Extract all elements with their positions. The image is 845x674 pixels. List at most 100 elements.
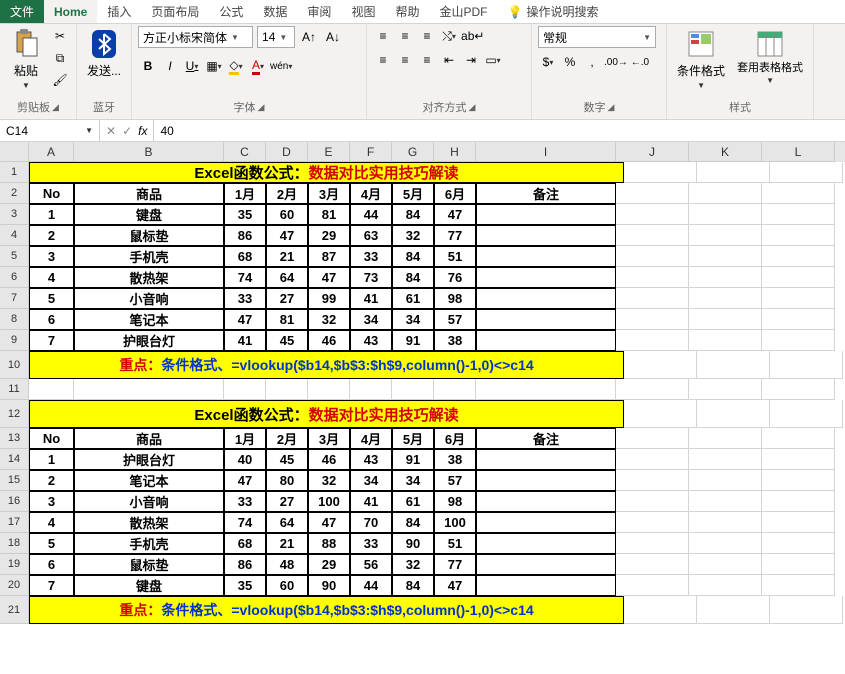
cell[interactable] — [689, 554, 762, 575]
merge-button[interactable]: ▭▾ — [483, 50, 503, 70]
cell[interactable] — [616, 246, 689, 267]
cell[interactable]: 84 — [392, 267, 434, 288]
bold-button[interactable]: B — [138, 56, 158, 76]
cell[interactable] — [697, 400, 770, 428]
cell[interactable] — [762, 470, 835, 491]
cell[interactable] — [476, 379, 616, 400]
cell[interactable]: 76 — [434, 267, 476, 288]
cell[interactable]: 33 — [350, 533, 392, 554]
cell[interactable]: 1 — [29, 449, 74, 470]
border-button[interactable]: ▦▾ — [204, 56, 224, 76]
cell[interactable] — [689, 533, 762, 554]
cell[interactable] — [762, 428, 835, 449]
align-left-button[interactable]: ≡ — [373, 50, 393, 70]
formula-input[interactable]: 40 — [154, 120, 845, 141]
fill-color-button[interactable]: ◇▾ — [226, 56, 246, 76]
cell[interactable]: 86 — [224, 554, 266, 575]
cell[interactable]: 2月 — [266, 183, 308, 204]
cell[interactable] — [476, 267, 616, 288]
col-header[interactable]: L — [762, 142, 835, 162]
font-name-combo[interactable]: 方正小标宋简体▼ — [138, 26, 253, 48]
cell[interactable] — [689, 183, 762, 204]
cell[interactable] — [616, 288, 689, 309]
cell[interactable]: 33 — [350, 246, 392, 267]
cell[interactable]: 63 — [350, 225, 392, 246]
cell[interactable]: 47 — [434, 575, 476, 596]
cell[interactable]: 7 — [29, 330, 74, 351]
cell[interactable]: 29 — [308, 554, 350, 575]
cell[interactable]: 74 — [224, 512, 266, 533]
cell[interactable] — [770, 351, 843, 379]
decrease-indent-button[interactable]: ⇤ — [439, 50, 459, 70]
select-all-corner[interactable] — [0, 142, 29, 162]
tab-home[interactable]: Home — [44, 0, 97, 23]
cell[interactable] — [476, 533, 616, 554]
cell[interactable]: 21 — [266, 533, 308, 554]
comma-button[interactable]: , — [582, 52, 602, 72]
cell[interactable] — [616, 225, 689, 246]
cell[interactable]: 91 — [392, 330, 434, 351]
cell[interactable] — [350, 379, 392, 400]
tab-insert[interactable]: 插入 — [97, 0, 141, 23]
cell[interactable]: 5月 — [392, 183, 434, 204]
cell[interactable]: 38 — [434, 449, 476, 470]
cell[interactable]: 手机壳 — [74, 246, 224, 267]
cell[interactable]: 4月 — [350, 428, 392, 449]
tell-me-search[interactable]: 💡 操作说明搜索 — [497, 0, 608, 23]
cell[interactable]: 86 — [224, 225, 266, 246]
cell[interactable] — [689, 449, 762, 470]
tab-data[interactable]: 数据 — [253, 0, 297, 23]
cell[interactable] — [434, 379, 476, 400]
increase-indent-button[interactable]: ⇥ — [461, 50, 481, 70]
cell[interactable] — [689, 575, 762, 596]
cell[interactable]: 小音响 — [74, 491, 224, 512]
cell[interactable] — [616, 183, 689, 204]
cell[interactable] — [476, 449, 616, 470]
cell[interactable]: 商品 — [74, 183, 224, 204]
row-header[interactable]: 20 — [0, 575, 29, 596]
cell[interactable]: 90 — [308, 575, 350, 596]
percent-button[interactable]: % — [560, 52, 580, 72]
cell[interactable] — [770, 596, 843, 624]
decrease-font-button[interactable]: A↓ — [323, 27, 343, 47]
enter-icon[interactable]: ✓ — [122, 124, 132, 138]
cell[interactable]: 81 — [308, 204, 350, 225]
cell[interactable] — [697, 596, 770, 624]
cell[interactable]: 57 — [434, 470, 476, 491]
tab-layout[interactable]: 页面布局 — [141, 0, 209, 23]
font-color-button[interactable]: A▾ — [248, 56, 268, 76]
col-header[interactable]: I — [476, 142, 616, 162]
cell[interactable]: 60 — [266, 204, 308, 225]
cell[interactable]: 5 — [29, 533, 74, 554]
align-middle-button[interactable]: ≡ — [395, 26, 415, 46]
row-header[interactable]: 18 — [0, 533, 29, 554]
cell[interactable]: 33 — [224, 491, 266, 512]
cell[interactable]: 70 — [350, 512, 392, 533]
row-header[interactable]: 14 — [0, 449, 29, 470]
cell[interactable]: 61 — [392, 491, 434, 512]
cell[interactable] — [308, 379, 350, 400]
cell[interactable]: 44 — [350, 575, 392, 596]
cell[interactable] — [616, 512, 689, 533]
cell[interactable]: 重点：条件格式、=vlookup($b14,$b$3:$h$9,column()… — [29, 351, 624, 379]
col-header[interactable]: J — [616, 142, 689, 162]
col-header[interactable]: A — [29, 142, 74, 162]
cell[interactable] — [476, 575, 616, 596]
cell[interactable] — [616, 204, 689, 225]
cell[interactable]: 鼠标垫 — [74, 554, 224, 575]
cell[interactable] — [762, 204, 835, 225]
cell[interactable] — [616, 267, 689, 288]
tab-view[interactable]: 视图 — [341, 0, 385, 23]
cell[interactable]: 74 — [224, 267, 266, 288]
cell[interactable]: 4月 — [350, 183, 392, 204]
cell[interactable] — [762, 330, 835, 351]
cell[interactable]: 6月 — [434, 183, 476, 204]
cell[interactable] — [770, 400, 843, 428]
cell[interactable]: 护眼台灯 — [74, 449, 224, 470]
cell[interactable]: 备注 — [476, 183, 616, 204]
cell[interactable]: 45 — [266, 330, 308, 351]
row-header[interactable]: 1 — [0, 162, 29, 183]
col-header[interactable]: E — [308, 142, 350, 162]
cell[interactable] — [762, 554, 835, 575]
cell[interactable]: 80 — [266, 470, 308, 491]
